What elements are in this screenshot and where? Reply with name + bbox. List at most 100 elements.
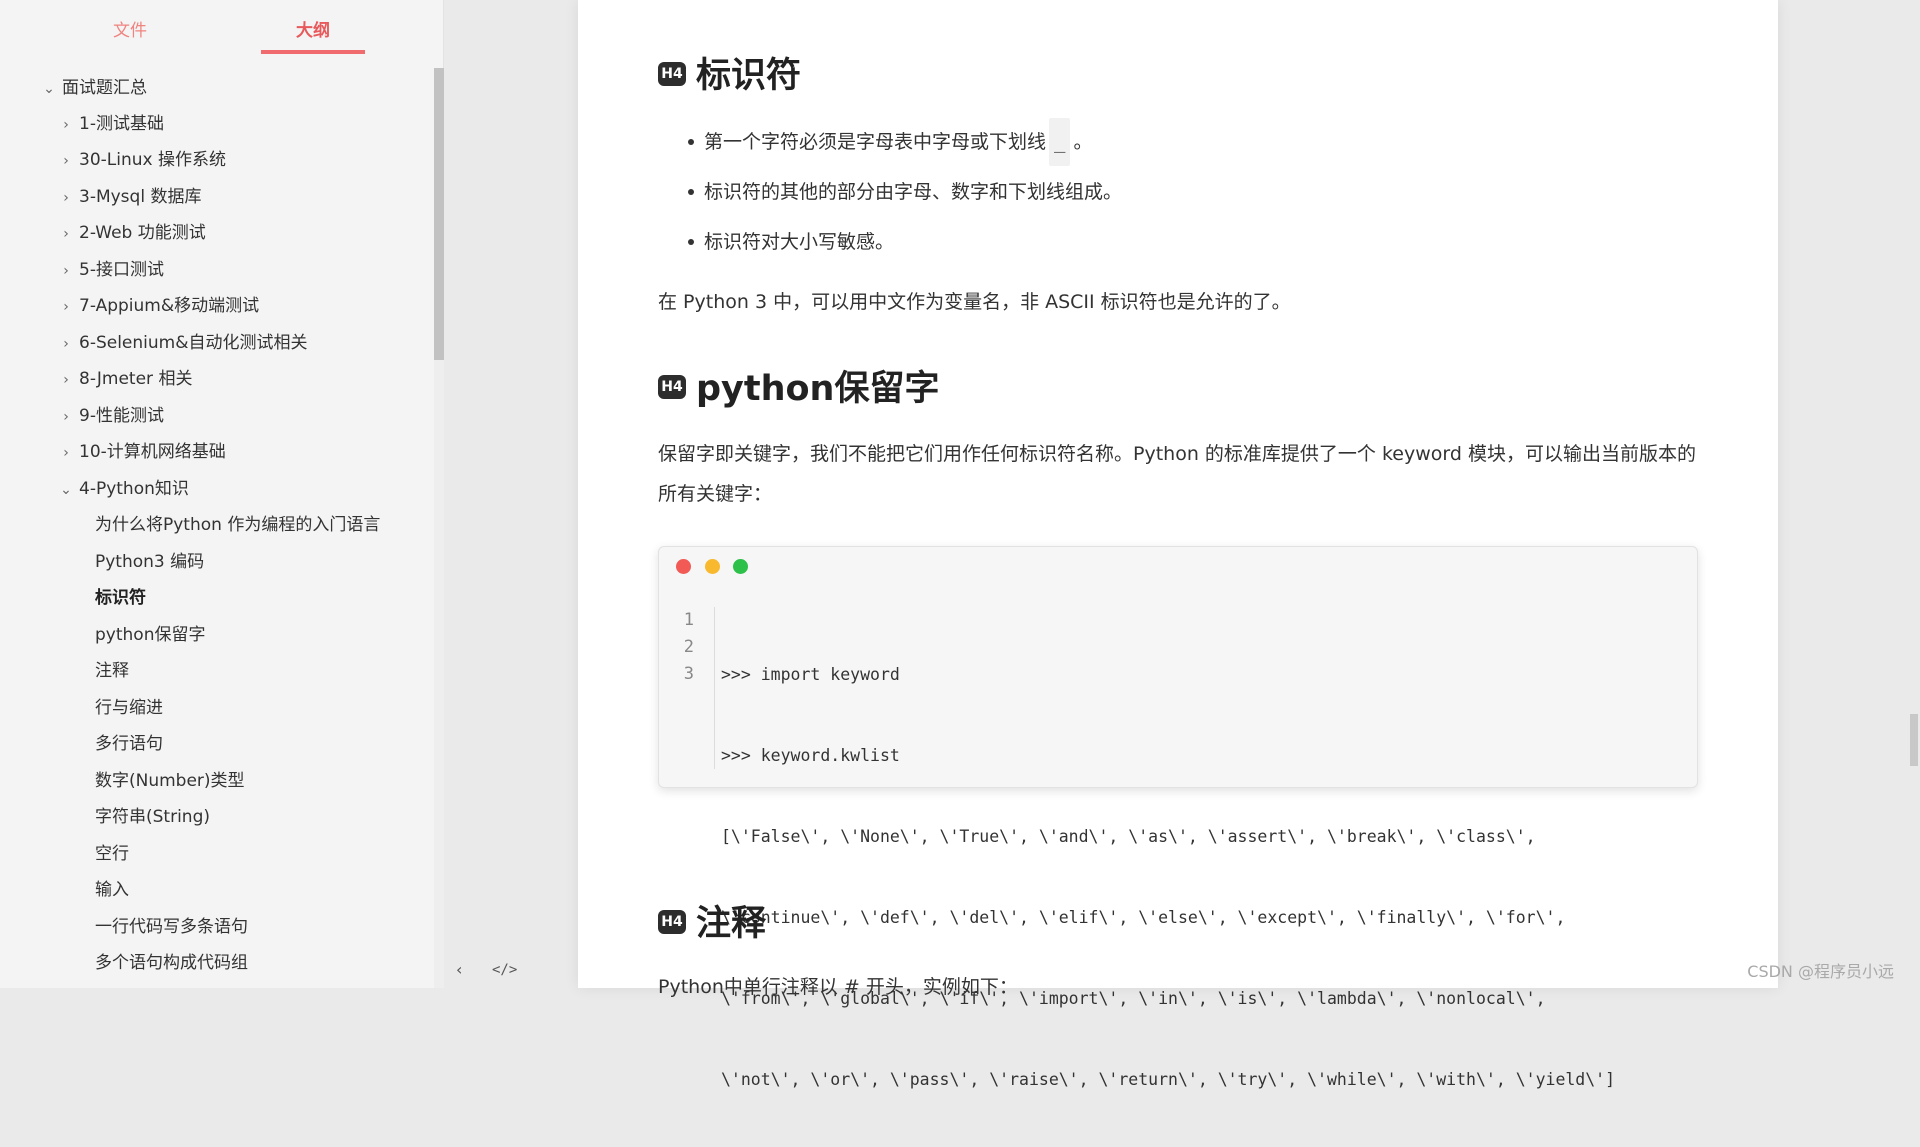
list-item-text: 标识符对大小写敏感。 [704, 231, 895, 253]
outline-item-标识符[interactable]: 标识符 [95, 580, 146, 616]
outline-item-入门语言[interactable]: 为什么将Python 作为编程的入门语言 [95, 507, 380, 543]
window-maximize-dot-icon [733, 559, 748, 574]
chevron-right-icon[interactable]: › [57, 216, 75, 252]
outline-item-label: 为什么将Python 作为编程的入门语言 [95, 515, 381, 535]
code-line: \'not\', \'or\', \'pass\', \'raise\', \'… [721, 1070, 1616, 1089]
window-close-dot-icon [676, 559, 691, 574]
outline-item-label: 7-Appium&移动端测试 [79, 296, 260, 316]
outline-item-mysql[interactable]: › 3-Mysql 数据库 [57, 179, 201, 215]
outline-item-行与缩进[interactable]: 行与缩进 [95, 690, 163, 726]
outline-item-代码组[interactable]: 多个语句构成代码组 [95, 945, 248, 981]
outline-item-label: Python3 编码 [95, 552, 205, 572]
outline-item-label: 8-Jmeter 相关 [79, 369, 193, 389]
code-line: [\'False\', \'None\', \'True\', \'and\',… [721, 827, 1536, 846]
outline-item-label: 30-Linux 操作系统 [79, 150, 226, 170]
document-scrollbar-thumb[interactable] [1910, 714, 1918, 766]
h4-badge-icon: H4 [658, 910, 686, 934]
outline-item-label: 10-计算机网络基础 [79, 442, 226, 462]
tab-outline[interactable]: 大纲 [261, 10, 365, 54]
outline-item-selenium[interactable]: › 6-Selenium&自动化测试相关 [57, 325, 307, 361]
outline-item-一行多条语句[interactable]: 一行代码写多条语句 [95, 909, 248, 945]
list-item: 第一个字符必须是字母表中字母或下划线 _。 [658, 118, 1122, 168]
outline-item-label: 1-测试基础 [79, 114, 164, 134]
outline-item-label: 多个语句构成代码组 [95, 953, 248, 973]
outline-item-label: 3-Mysql 数据库 [79, 187, 202, 207]
outline-item-数字类型[interactable]: 数字(Number)类型 [95, 763, 245, 799]
outline-item-label: 9-性能测试 [79, 406, 164, 426]
outline-item-web[interactable]: › 2-Web 功能测试 [57, 215, 206, 251]
list-item-text: 第一个字符必须是字母表中字母或下划线 [704, 131, 1047, 153]
watermark: CSDN @程序员小远 [1747, 962, 1894, 981]
chevron-right-icon[interactable]: › [57, 326, 75, 362]
chevron-right-icon[interactable]: › [57, 289, 75, 325]
chevron-right-icon[interactable]: › [57, 253, 75, 289]
outline-item-保留字[interactable]: python保留字 [95, 617, 205, 653]
inline-code: _ [1049, 118, 1071, 166]
outline-item-label: 面试题汇总 [62, 78, 147, 98]
gutter-divider [714, 607, 715, 769]
outline-item-label: 4-Python知识 [79, 479, 189, 499]
outline-item-label: 数字(Number)类型 [95, 771, 245, 791]
source-code-mode-icon[interactable]: </> [492, 962, 517, 978]
code-block[interactable]: 1 2 3 >>> import keyword >>> keyword.kwl… [658, 546, 1698, 1089]
line-number: 2 [683, 637, 694, 657]
outline-item-label: 5-接口测试 [79, 260, 164, 280]
outline-item-编码[interactable]: Python3 编码 [95, 544, 204, 580]
heading-text: 注释 [696, 904, 767, 944]
chevron-down-icon[interactable]: ⌄ [57, 472, 75, 508]
outline-item-label: 行与缩进 [95, 698, 163, 718]
outline-item-网络基础[interactable]: › 10-计算机网络基础 [57, 434, 226, 470]
list-item-text: 。 [1073, 131, 1093, 153]
chevron-right-icon[interactable]: › [57, 107, 75, 143]
heading-注释: H4 注释 [658, 899, 766, 949]
collapse-sidebar-icon[interactable]: ‹ [456, 960, 462, 979]
outline-item-面试题汇总[interactable]: ⌄ 面试题汇总 [40, 70, 147, 106]
outline-item-label: 空行 [95, 844, 129, 864]
outline-item-label: 注释 [95, 661, 129, 681]
chevron-down-icon[interactable]: ⌄ [40, 71, 58, 107]
heading-text: python保留字 [696, 369, 940, 409]
heading-标识符: H4 标识符 [658, 51, 801, 101]
outline-item-注释[interactable]: 注释 [95, 653, 129, 689]
h4-badge-icon: H4 [658, 375, 686, 399]
outline-item-接口测试[interactable]: › 5-接口测试 [57, 252, 164, 288]
outline-item-性能测试[interactable]: › 9-性能测试 [57, 398, 164, 434]
outline-item-输入[interactable]: 输入 [95, 872, 129, 908]
chevron-right-icon[interactable]: › [57, 143, 75, 179]
paragraph: 在 Python 3 中，可以用中文作为变量名，非 ASCII 标识符也是允许的… [658, 291, 1291, 313]
outline-item-label: python保留字 [95, 625, 206, 645]
heading-text: 标识符 [696, 56, 802, 96]
code-line: >>> import keyword [721, 665, 900, 684]
outline-item-空行[interactable]: 空行 [95, 836, 129, 872]
line-number: 3 [683, 664, 694, 684]
code-content: >>> import keyword >>> keyword.kwlist [\… [721, 607, 1615, 1147]
tab-files[interactable]: 文件 [78, 10, 182, 54]
line-number: 1 [683, 610, 694, 630]
outline-item-测试基础[interactable]: › 1-测试基础 [57, 106, 164, 142]
outline-item-label: 6-Selenium&自动化测试相关 [79, 333, 308, 353]
paragraph: 保留字即关键字，我们不能把它们用作任何标识符名称。Python 的标准库提供了一… [658, 443, 1696, 505]
outline-item-label: 字符串(String) [95, 807, 210, 827]
outline-item-jmeter[interactable]: › 8-Jmeter 相关 [57, 361, 192, 397]
sidebar-scrollbar-thumb[interactable] [434, 68, 444, 360]
outline-item-linux[interactable]: › 30-Linux 操作系统 [57, 142, 226, 178]
bullet-list: 第一个字符必须是字母表中字母或下划线 _。 标识符的其他的部分由字母、数字和下划线… [658, 118, 1122, 268]
chevron-right-icon[interactable]: › [57, 180, 75, 216]
chevron-right-icon[interactable]: › [57, 399, 75, 435]
chevron-right-icon[interactable]: › [57, 362, 75, 398]
outline-sidebar: 文件 大纲 ⌄ 面试题汇总 › 1-测试基础 › 30-Linux 操作系统 › 3-M… [0, 0, 444, 988]
outline-item-多行语句[interactable]: 多行语句 [95, 726, 163, 762]
paragraph-partial: Python中单行注释以 # 开头，实例如下： [658, 976, 1018, 998]
outline-item-label: 多行语句 [95, 734, 163, 754]
outline-item-label: 2-Web 功能测试 [79, 223, 206, 243]
outline-item-字符串[interactable]: 字符串(String) [95, 799, 210, 835]
chevron-right-icon[interactable]: › [57, 435, 75, 471]
list-item: 标识符对大小写敏感。 [658, 218, 1122, 268]
code-line: >>> keyword.kwlist [721, 746, 900, 765]
code-line: \'continue\', \'def\', \'del\', \'elif\'… [721, 908, 1566, 927]
outline-item-label: 一行代码写多条语句 [95, 917, 248, 937]
document-page: H4 标识符 第一个字符必须是字母表中字母或下划线 _。 标识符的其他的部分由字母、… [578, 0, 1778, 1089]
outline-item-python知识[interactable]: ⌄ 4-Python知识 [57, 471, 189, 507]
outline-item-appium[interactable]: › 7-Appium&移动端测试 [57, 288, 259, 324]
h4-badge-icon: H4 [658, 62, 686, 86]
